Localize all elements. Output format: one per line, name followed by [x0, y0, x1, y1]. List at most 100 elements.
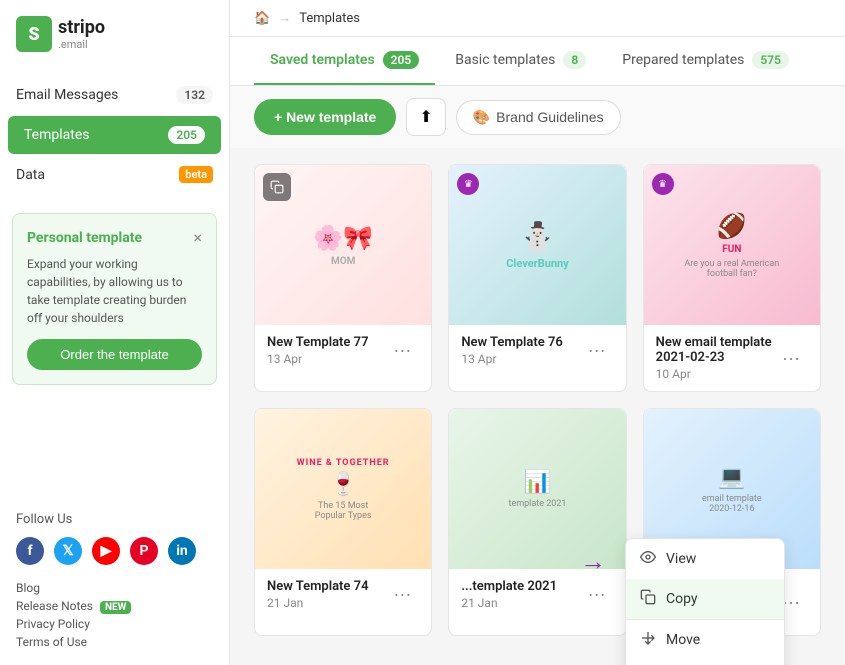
social-icons-group: f 𝕏 ▶ P in — [16, 537, 213, 565]
facebook-icon[interactable]: f — [16, 537, 44, 565]
close-personal-template-button[interactable]: × — [193, 228, 202, 247]
context-move-label: Move — [666, 632, 700, 648]
logo-icon: S — [16, 16, 52, 52]
context-menu-copy[interactable]: Copy — [626, 579, 784, 620]
breadcrumb: 🏠 → Templates — [230, 0, 845, 37]
brand-guidelines-label: Brand Guidelines — [496, 109, 603, 125]
twitter-icon[interactable]: 𝕏 — [54, 537, 82, 565]
tab-prepared-label: Prepared templates — [622, 52, 744, 68]
template-name-77: New Template 77 — [267, 335, 369, 350]
template-date-email-2021: 10 Apr — [656, 367, 774, 381]
template-card-76: ⛄ CleverBunny ♛ New Template 76 13 Apr ·… — [448, 164, 626, 392]
sidebar-item-templates[interactable]: Templates 205 — [8, 116, 221, 154]
tab-prepared-badge: 575 — [752, 51, 789, 69]
template-date-76: 13 Apr — [461, 352, 563, 366]
sidebar-footer-links: Blog Release Notes NEW Privacy Policy Te… — [16, 581, 213, 649]
template-card-body-76: New Template 76 13 Apr ··· — [449, 325, 625, 376]
template-card-info-76: New Template 76 13 Apr — [461, 335, 563, 366]
tab-prepared-templates[interactable]: Prepared templates 575 — [606, 37, 805, 85]
move-icon — [640, 630, 656, 650]
template-card-74: WINE & TOGETHER 🍷 The 15 MostPopular Typ… — [254, 408, 432, 636]
context-copy-label: Copy — [666, 591, 698, 607]
template-preview-77: 🌸🎀 MOM — [255, 165, 431, 325]
template-preview-76: ⛄ CleverBunny ♛ — [449, 165, 625, 325]
more-options-button-prev-2021[interactable]: ··· — [580, 580, 614, 609]
tab-basic-label: Basic templates — [455, 52, 555, 68]
more-options-button-77[interactable]: ··· — [385, 336, 419, 365]
context-menu-move[interactable]: Move — [626, 620, 784, 660]
personal-template-card: Personal template × Expand your working … — [12, 213, 217, 385]
youtube-icon[interactable]: ▶ — [92, 537, 120, 565]
personal-template-description: Expand your working capabilities, by all… — [27, 255, 202, 327]
template-card-body-77: New Template 77 13 Apr ··· — [255, 325, 431, 376]
sidebar: S stripo .email Email Messages 132 Templ… — [0, 0, 230, 665]
follow-us-title: Follow Us — [16, 512, 213, 527]
more-options-button-76[interactable]: ··· — [580, 336, 614, 365]
release-notes-link[interactable]: Release Notes NEW — [16, 599, 213, 613]
import-icon: ⬆ — [419, 107, 432, 127]
blog-link[interactable]: Blog — [16, 581, 213, 595]
template-card-prev-2021: 📊 template 2021 ...template 2021 21 Jan … — [448, 408, 626, 636]
sidebar-navigation: Email Messages 132 Templates 205 Data be… — [0, 68, 229, 201]
breadcrumb-current: Templates — [299, 11, 360, 26]
breadcrumb-separator: → — [278, 10, 291, 26]
template-preview-prev-2021: 📊 template 2021 — [449, 409, 625, 569]
pinterest-icon[interactable]: P — [130, 537, 158, 565]
template-preview-email-2021: 🏈 FUN Are you a real Americanfootball fa… — [644, 165, 820, 325]
template-name-email-2021: New email template 2021-02-23 — [656, 335, 774, 365]
logo-text: stripo .email — [58, 17, 105, 51]
template-card-77: 🌸🎀 MOM New Template 77 13 Apr — [254, 164, 432, 392]
arrow-pointer: → — [580, 546, 606, 577]
personal-template-header: Personal template × — [27, 228, 202, 247]
sidebar-item-email-messages[interactable]: Email Messages 132 — [0, 76, 229, 114]
template-card-info-email-2021: New email template 2021-02-23 10 Apr — [656, 335, 774, 381]
context-menu: View Copy Move Delete ID — [625, 538, 785, 665]
tab-saved-badge: 205 — [383, 51, 420, 69]
personal-template-title: Personal template — [27, 230, 142, 246]
template-card-info-prev-2021: ...template 2021 21 Jan — [461, 579, 557, 610]
tabs-bar: Saved templates 205 Basic templates 8 Pr… — [230, 37, 845, 86]
sidebar-follow-section: Follow Us f 𝕏 ▶ P in Blog Release Notes … — [0, 496, 229, 665]
main-content: 🏠 → Templates Saved templates 205 Basic … — [230, 0, 845, 665]
copy-overlay-icon — [263, 173, 291, 201]
template-date-prev-2021: 21 Jan — [461, 596, 557, 610]
nav-label-email-messages: Email Messages — [16, 87, 118, 103]
context-menu-delete[interactable]: Delete — [626, 660, 784, 665]
copy-icon — [640, 589, 656, 609]
template-card-info-77: New Template 77 13 Apr — [267, 335, 369, 366]
template-content-prev-2021: 📊 template 2021 — [449, 409, 625, 569]
tab-basic-templates[interactable]: Basic templates 8 — [439, 37, 602, 85]
crown-badge-email-2021: ♛ — [652, 173, 674, 195]
import-button[interactable]: ⬆ — [406, 98, 445, 136]
context-menu-view[interactable]: View — [626, 539, 784, 579]
breadcrumb-home[interactable]: 🏠 — [254, 11, 270, 26]
template-name-prev-2021: ...template 2021 — [461, 579, 557, 594]
terms-of-use-link[interactable]: Terms of Use — [16, 635, 213, 649]
context-view-label: View — [666, 551, 696, 567]
tab-saved-label: Saved templates — [270, 52, 375, 68]
more-options-button-74[interactable]: ··· — [385, 580, 419, 609]
template-name-76: New Template 76 — [461, 335, 563, 350]
order-template-button[interactable]: Order the template — [27, 339, 202, 370]
nav-badge-data: beta — [179, 166, 213, 183]
template-card-email-2021: 🏈 FUN Are you a real Americanfootball fa… — [643, 164, 821, 392]
template-date-74: 21 Jan — [267, 596, 369, 610]
nav-label-templates: Templates — [24, 127, 90, 143]
brand-guidelines-button[interactable]: 🎨 Brand Guidelines — [456, 100, 621, 135]
sidebar-item-data[interactable]: Data beta — [0, 156, 229, 193]
template-date-77: 13 Apr — [267, 352, 369, 366]
tab-basic-badge: 8 — [563, 51, 586, 69]
new-template-button[interactable]: + New template — [254, 99, 396, 135]
linkedin-icon[interactable]: in — [168, 537, 196, 565]
privacy-policy-link[interactable]: Privacy Policy — [16, 617, 213, 631]
nav-badge-email-messages: 132 — [176, 86, 213, 104]
template-name-74: New Template 74 — [267, 579, 369, 594]
logo[interactable]: S stripo .email — [0, 0, 229, 68]
more-options-button-email-2021[interactable]: ··· — [774, 344, 808, 373]
nav-badge-templates: 205 — [168, 126, 205, 144]
toolbar: + New template ⬆ 🎨 Brand Guidelines — [230, 86, 845, 148]
template-content-74: WINE & TOGETHER 🍷 The 15 MostPopular Typ… — [255, 409, 431, 569]
template-card-info-74: New Template 74 21 Jan — [267, 579, 369, 610]
tab-saved-templates[interactable]: Saved templates 205 — [254, 37, 435, 85]
template-card-body-74: New Template 74 21 Jan ··· — [255, 569, 431, 620]
